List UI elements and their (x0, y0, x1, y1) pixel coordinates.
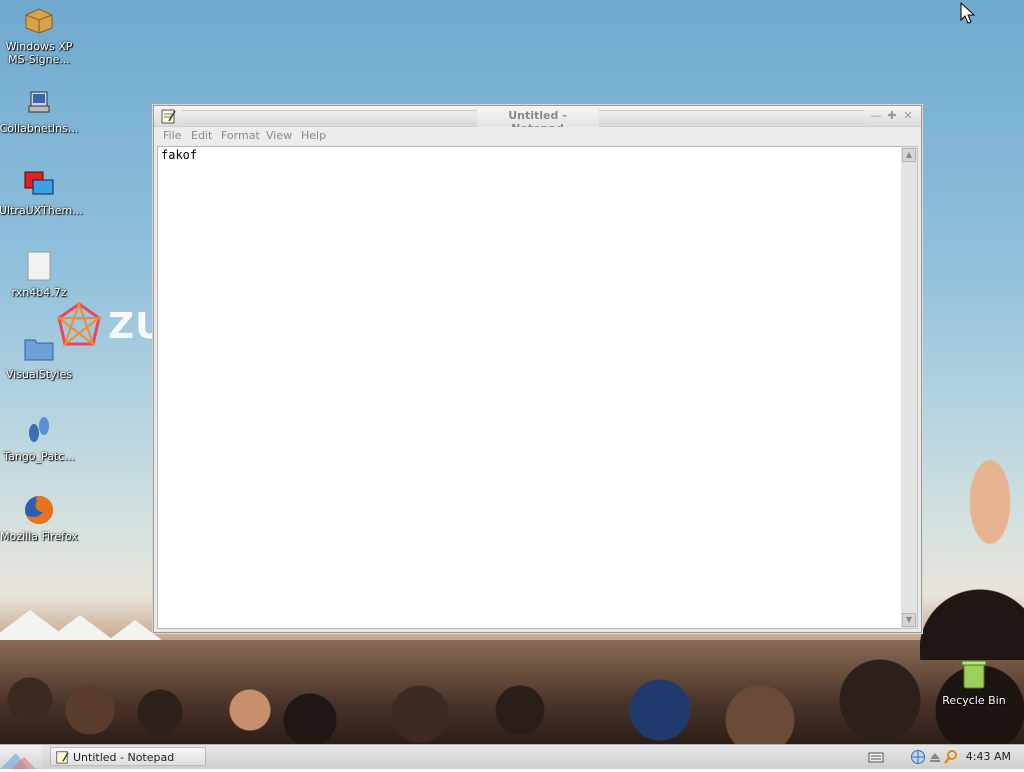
menu-view[interactable]: View (266, 129, 292, 142)
menu-format[interactable]: Format (221, 129, 260, 142)
desktop-icon-label: rxn4b4.7z (11, 286, 67, 299)
desktop-icon-windows-xp[interactable]: Windows XP MS-Signe... (0, 4, 79, 66)
editor-content[interactable]: fakof (161, 148, 197, 162)
recycle-bin-icon (958, 658, 990, 690)
keyboard-icon[interactable] (868, 749, 884, 765)
folder-icon (23, 332, 55, 364)
desktop-icon-label: UltraUXThem... (0, 204, 83, 217)
desktop-icon-visualstyles[interactable]: VisualStyles (0, 332, 79, 381)
menu-help[interactable]: Help (301, 129, 326, 142)
windows-logo-icon (0, 753, 36, 769)
menu-file[interactable]: File (163, 129, 181, 142)
installer-icon (23, 86, 55, 118)
wallpaper-crowd-shadow (920, 580, 1024, 660)
desktop-icon-ultrauxtheme[interactable]: UltraUXThem... (0, 168, 83, 217)
system-tray: 4:43 AM (854, 745, 1024, 769)
maximize-button[interactable]: ✚ (886, 110, 898, 122)
text-editor[interactable]: fakof (157, 146, 903, 629)
desktop-icon-collabnet[interactable]: CollabnetIns... (0, 86, 79, 135)
clock[interactable]: 4:43 AM (966, 750, 1011, 763)
theme-patcher-icon (23, 168, 55, 200)
wallpaper-crowd (0, 640, 1024, 744)
desktop-icon-tango-patcher[interactable]: Tango_Patc... (0, 414, 79, 463)
start-button[interactable] (0, 745, 42, 769)
eject-icon[interactable] (927, 749, 943, 765)
close-button[interactable]: ✕ (902, 110, 914, 122)
taskbar-item-notepad[interactable]: Untitled - Notepad (50, 747, 206, 766)
search-icon[interactable] (943, 749, 959, 765)
wallpaper-hand (955, 430, 1024, 550)
vertical-scrollbar[interactable]: ▲ ▼ (901, 146, 918, 629)
scroll-up-icon[interactable]: ▲ (902, 148, 916, 162)
firefox-icon (23, 494, 55, 526)
desktop-icon-label: CollabnetIns... (0, 122, 79, 135)
scroll-down-icon[interactable]: ▼ (902, 613, 916, 627)
desktop-icon-recycle-bin[interactable]: Recycle Bin (934, 658, 1014, 707)
footprint-icon (23, 414, 55, 446)
notepad-window[interactable]: Untitled - Notepad — ✚ ✕ File Edit Forma… (153, 105, 922, 633)
notepad-icon[interactable] (160, 108, 176, 124)
desktop-icon-label: VisualStyles (5, 368, 73, 381)
taskbar: Untitled - Notepad 4:43 AM (0, 744, 1024, 769)
minimize-button[interactable]: — (870, 110, 882, 122)
notepad-icon (55, 750, 69, 764)
desktop-icon-label: Mozilla Firefox (0, 530, 78, 543)
file-icon (23, 250, 55, 282)
desktop-icon-label: Tango_Patc... (3, 450, 75, 463)
package-icon (23, 4, 55, 36)
network-icon[interactable] (910, 749, 926, 765)
desktop-icon-rxn4b4[interactable]: rxn4b4.7z (0, 250, 79, 299)
desktop-icon-firefox[interactable]: Mozilla Firefox (0, 494, 79, 543)
menu-bar: File Edit Format View Help (154, 127, 921, 145)
notepad-title-bar[interactable]: Untitled - Notepad — ✚ ✕ (154, 106, 921, 135)
desktop-icon-label: Recycle Bin (942, 694, 1006, 707)
mouse-cursor-icon (960, 2, 976, 24)
menu-edit[interactable]: Edit (191, 129, 212, 142)
taskbar-item-label: Untitled - Notepad (73, 751, 175, 764)
desktop-icon-label: Windows XP MS-Signe... (5, 40, 73, 66)
